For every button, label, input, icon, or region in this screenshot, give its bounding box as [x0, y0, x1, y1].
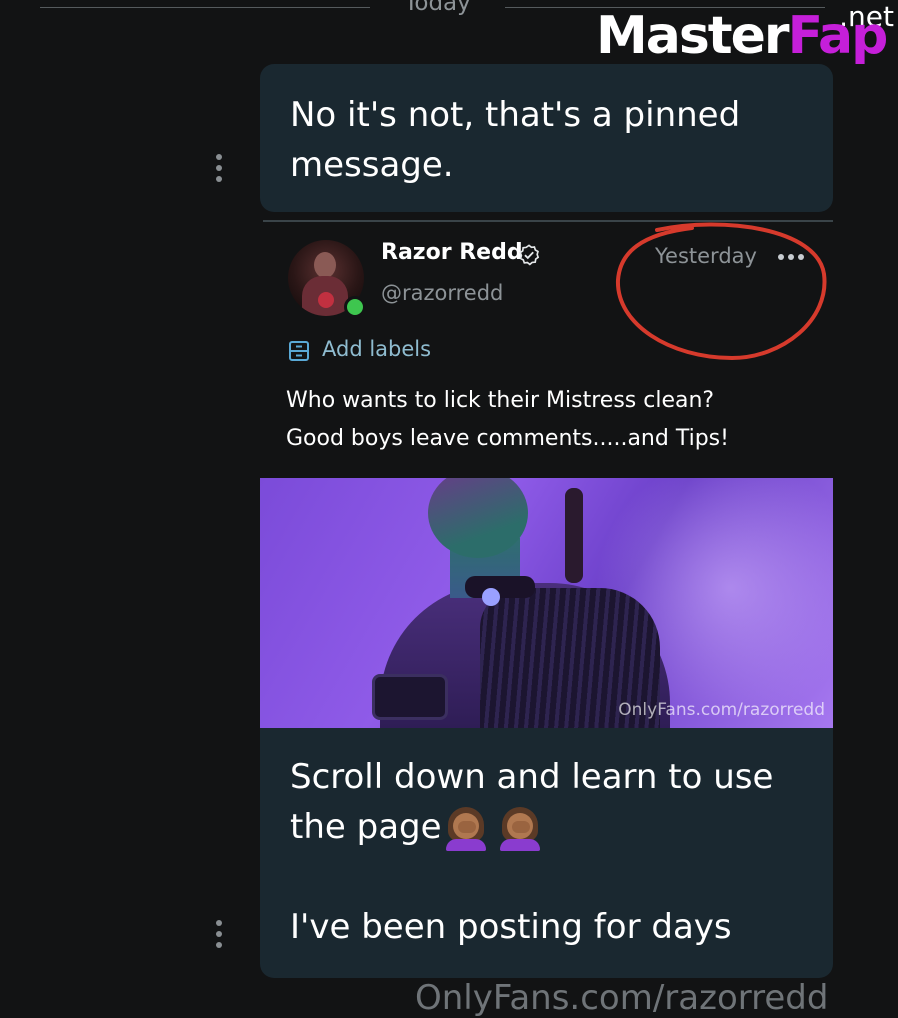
reply-line-2: the page — [290, 802, 810, 852]
date-divider-left — [40, 7, 370, 8]
media-watermark: OnlyFans.com/razorredd — [618, 700, 825, 720]
message-options-icon[interactable] — [216, 154, 222, 182]
footer-watermark: OnlyFans.com/razorredd — [415, 978, 829, 1018]
facepalm-icon — [498, 806, 542, 851]
watermark-brand-a: Master — [596, 6, 790, 66]
reply-line-3: I've been posting for days — [290, 907, 732, 947]
message-bubble: No it's not, that's a pinned message. — [260, 64, 833, 212]
post-media-image[interactable]: OnlyFans.com/razorredd — [260, 478, 833, 728]
reply-options-icon[interactable] — [216, 920, 222, 948]
watermark-logo: MasterFap — [596, 10, 888, 62]
post-timestamp: Yesterday — [655, 244, 757, 268]
post-text: Who wants to lick their Mistress clean? … — [286, 382, 826, 458]
pinned-post-card: Razor Redd @razorredd Yesterday Add labe… — [260, 222, 833, 978]
author-handle[interactable]: @razorredd — [381, 281, 503, 305]
author-name[interactable]: Razor Redd — [381, 240, 523, 265]
verified-badge-icon — [519, 244, 540, 266]
more-options-icon[interactable] — [778, 254, 804, 260]
reply-line-1: Scroll down and learn to use — [290, 757, 774, 797]
add-labels-link[interactable]: Add labels — [322, 337, 431, 361]
facepalm-icon — [444, 806, 488, 851]
message-text: No it's not, that's a pinned message. — [290, 95, 741, 185]
red-circle-annotation — [615, 222, 827, 361]
label-icon[interactable] — [288, 340, 310, 362]
reply-line-2-text: the page — [290, 807, 442, 847]
post-text-line-2: Good boys leave comments.....and Tips! — [286, 426, 729, 451]
post-text-line-1: Who wants to lick their Mistress clean? — [286, 388, 715, 413]
watermark-brand-b: Fap — [787, 6, 889, 66]
date-separator: Today — [404, 0, 471, 16]
online-status-indicator — [344, 296, 366, 318]
reply-bubble: Scroll down and learn to use the page I'… — [260, 728, 833, 978]
